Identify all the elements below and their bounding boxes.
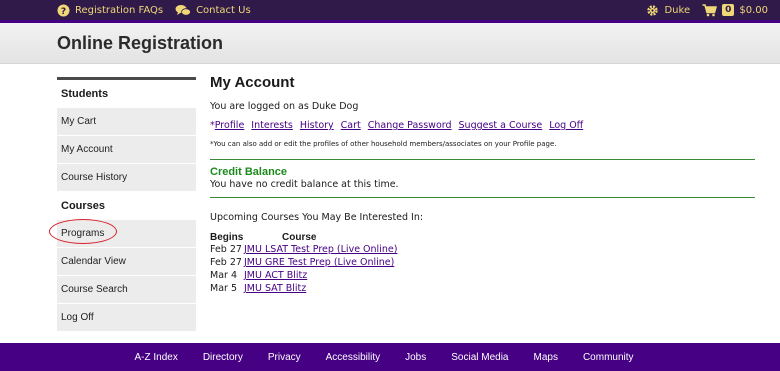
- begins-column-header: Begins: [210, 232, 244, 243]
- course-row: Mar 4 JMU ACT Blitz: [210, 269, 755, 282]
- course-date: Feb 27: [210, 244, 242, 255]
- course-date: Mar 5: [210, 283, 237, 294]
- course-table-header: Begins Course: [210, 232, 755, 243]
- question-circle-icon: ?: [57, 4, 70, 17]
- chat-bubbles-icon: [175, 4, 191, 17]
- suggest-course-link[interactable]: Suggest a Course: [459, 120, 543, 131]
- gear-icon: [646, 4, 659, 17]
- footer-link-community[interactable]: Community: [583, 352, 634, 363]
- cart-icon: [702, 3, 718, 17]
- course-date: Feb 27: [210, 257, 242, 268]
- log-off-link[interactable]: Log Off: [549, 120, 583, 131]
- main-content: My Account You are logged on as Duke Dog…: [210, 74, 755, 295]
- utility-left: ? Registration FAQs Contact Us: [57, 4, 251, 17]
- course-row: Feb 27 JMU LSAT Test Prep (Live Online): [210, 243, 755, 256]
- sidebar-item-programs[interactable]: Programs: [49, 219, 196, 247]
- registration-faqs-link[interactable]: ? Registration FAQs: [57, 4, 163, 17]
- course-date: Mar 4: [210, 270, 237, 281]
- course-link[interactable]: JMU SAT Blitz: [244, 282, 306, 295]
- user-name: Duke: [664, 4, 691, 16]
- registration-faqs-label: Registration FAQs: [75, 4, 164, 16]
- footer-link-social-media[interactable]: Social Media: [451, 352, 508, 363]
- utility-right: Duke 0 $0.00: [646, 3, 768, 17]
- sidebar-nav: Students My Cart My Account Course Histo…: [49, 77, 196, 331]
- profile-link[interactable]: Profile: [215, 120, 245, 131]
- upcoming-courses-heading: Upcoming Courses You May Be Interested I…: [210, 212, 424, 223]
- logged-in-status: You are logged on as Duke Dog: [210, 101, 359, 112]
- footer-link-maps[interactable]: Maps: [534, 352, 558, 363]
- cart-total: $0.00: [739, 4, 768, 16]
- svg-text:?: ?: [61, 7, 66, 17]
- credit-balance-title: Credit Balance: [210, 166, 288, 178]
- course-link[interactable]: JMU ACT Blitz: [244, 269, 307, 282]
- sidebar-item-programs-label: Programs: [61, 228, 105, 239]
- interests-link[interactable]: Interests: [251, 120, 293, 131]
- sidebar-item-my-cart[interactable]: My Cart: [57, 108, 196, 135]
- cart-count-badge: 0: [722, 4, 735, 16]
- course-row: Feb 27 JMU GRE Test Prep (Live Online): [210, 256, 755, 269]
- upcoming-courses-list: Begins Course Feb 27 JMU LSAT Test Prep …: [210, 232, 755, 295]
- history-link[interactable]: History: [300, 120, 334, 131]
- page-title: My Account: [210, 74, 295, 91]
- credit-balance-panel: Credit Balance You have no credit balanc…: [210, 159, 755, 198]
- contact-us-label: Contact Us: [196, 4, 251, 16]
- course-row: Mar 5 JMU SAT Blitz: [210, 282, 755, 295]
- sidebar-item-my-account[interactable]: My Account: [57, 136, 196, 163]
- sidebar-heading-students: Students: [57, 80, 196, 107]
- user-menu-link[interactable]: Duke: [646, 4, 690, 17]
- profile-note: *You can also add or edit the profiles o…: [210, 140, 557, 148]
- utility-bar: ? Registration FAQs Contact Us Duke 0 $0…: [0, 0, 780, 20]
- site-footer: A-Z Index Directory Privacy Accessibilit…: [0, 343, 780, 371]
- course-link[interactable]: JMU LSAT Test Prep (Live Online): [244, 243, 397, 256]
- sidebar-heading-courses: Courses: [57, 192, 196, 219]
- sidebar-item-course-history[interactable]: Course History: [57, 164, 196, 191]
- site-title: Online Registration: [57, 33, 224, 53]
- footer-link-directory[interactable]: Directory: [203, 352, 243, 363]
- account-links: *Profile Interests History Cart Change Passw…: [210, 120, 755, 131]
- footer-link-accessibility[interactable]: Accessibility: [326, 352, 380, 363]
- footer-link-privacy[interactable]: Privacy: [268, 352, 301, 363]
- sidebar-item-calendar-view[interactable]: Calendar View: [57, 248, 196, 275]
- course-link[interactable]: JMU GRE Test Prep (Live Online): [244, 256, 394, 269]
- sidebar-item-course-search[interactable]: Course Search: [57, 276, 196, 303]
- cart-link[interactable]: 0 $0.00: [702, 3, 768, 17]
- cart-page-link[interactable]: Cart: [341, 120, 361, 131]
- footer-link-a-z-index[interactable]: A-Z Index: [134, 352, 177, 363]
- sidebar-item-log-off[interactable]: Log Off: [57, 304, 196, 331]
- credit-balance-text: You have no credit balance at this time.: [210, 179, 399, 190]
- header-banner: Online Registration: [0, 23, 780, 64]
- change-password-link[interactable]: Change Password: [368, 120, 452, 131]
- footer-link-jobs[interactable]: Jobs: [405, 352, 426, 363]
- contact-us-link[interactable]: Contact Us: [175, 4, 251, 17]
- course-column-header: Course: [282, 232, 317, 243]
